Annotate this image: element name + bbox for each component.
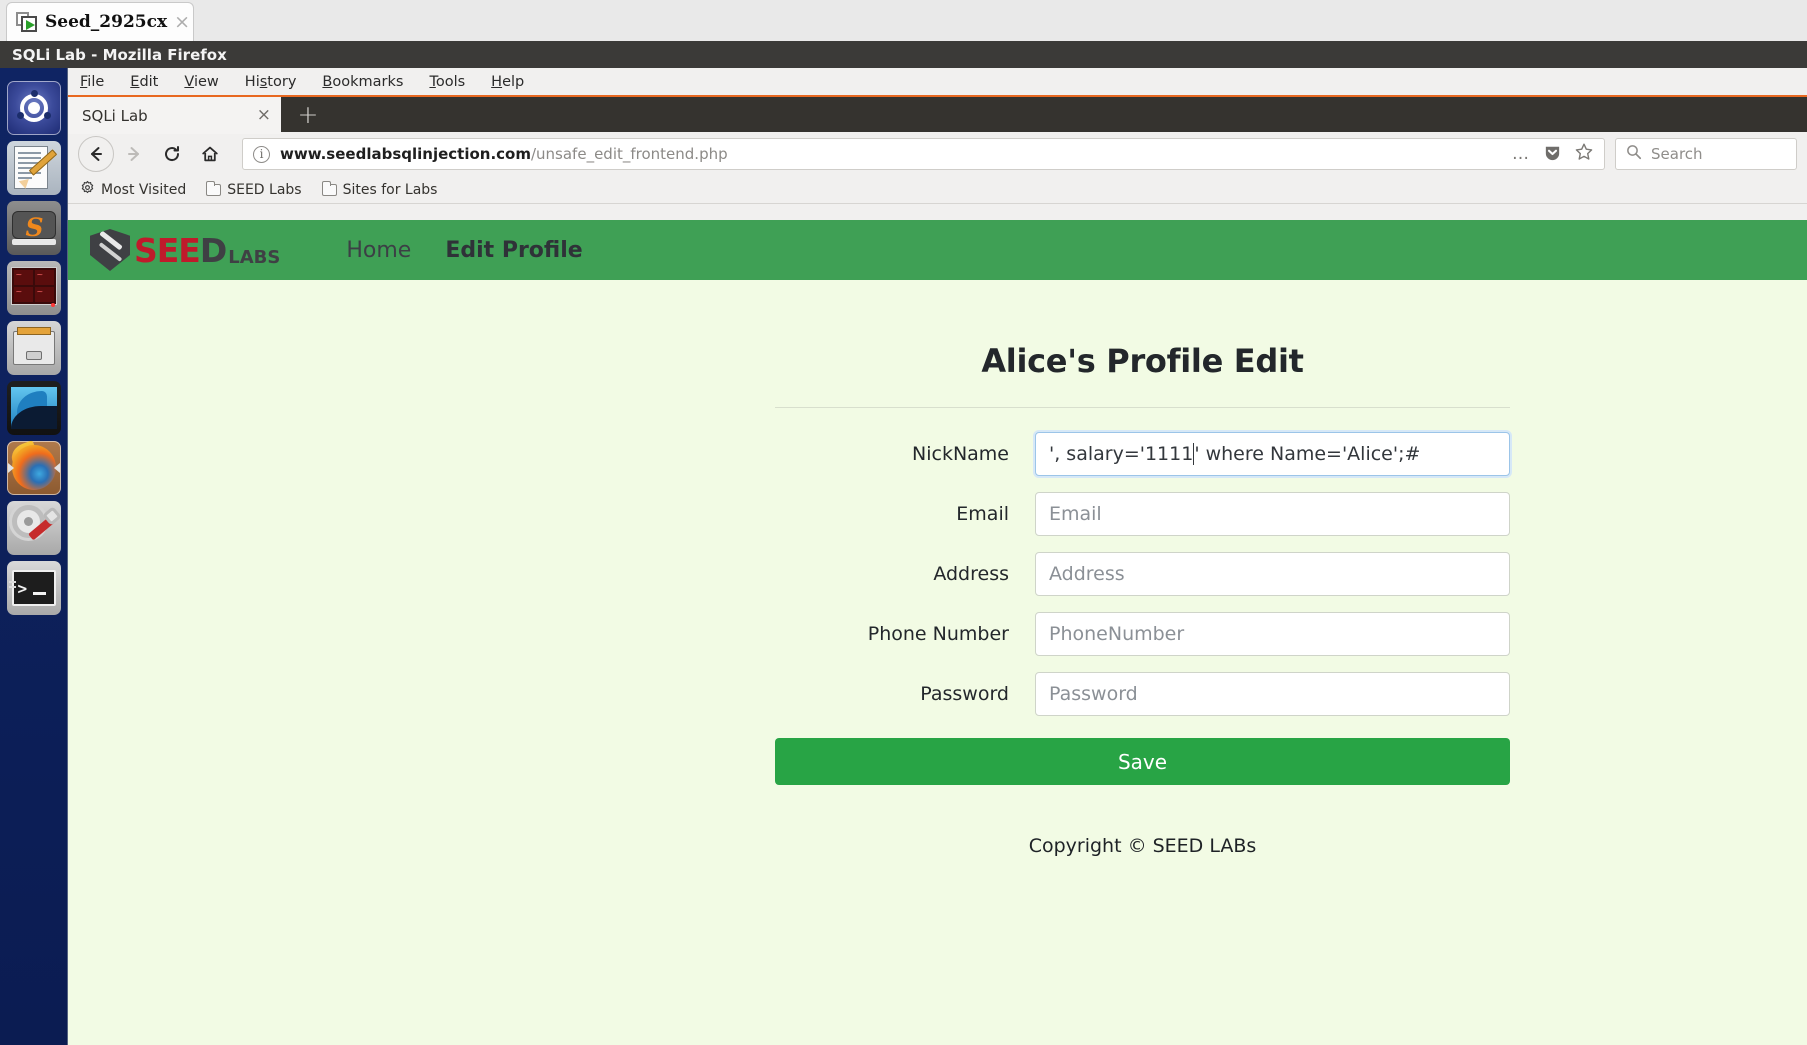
vm-host-tabstrip: Seed_2925cx × (0, 0, 1807, 41)
page-content: Alice's Profile Edit NickName ', salary=… (68, 280, 1807, 857)
url-path: /unsafe_edit_frontend.php (530, 145, 728, 163)
logo-seed-dark: D (199, 230, 227, 270)
label-address: Address (933, 563, 1009, 585)
menu-help[interactable]: Help (491, 74, 524, 90)
menu-tools[interactable]: Tools (429, 74, 465, 90)
menu-history[interactable]: History (245, 74, 297, 90)
launcher-text-editor-icon[interactable] (6, 141, 61, 195)
info-circle-icon[interactable]: i (253, 145, 270, 163)
page-viewport: SEED LABS Home Edit Profile Alice's Prof… (68, 220, 1807, 1045)
form-row-phone: Phone Number PhoneNumber (775, 612, 1510, 656)
text-caret (1193, 443, 1195, 466)
logo-seed-text: SEED (134, 230, 227, 270)
browser-chrome: File Edit View History Bookmarks Tools H… (68, 68, 1807, 220)
menu-bar: File Edit View History Bookmarks Tools H… (68, 68, 1807, 95)
menu-bookmarks[interactable]: Bookmarks (322, 74, 403, 90)
shield-tools-icon (90, 229, 130, 271)
close-icon[interactable]: × (174, 12, 190, 32)
email-input[interactable]: Email (1035, 492, 1510, 536)
site-nav-links: Home Edit Profile (346, 238, 582, 263)
launcher-sublime-text-icon[interactable]: S (6, 201, 61, 255)
window-title: SQLi Lab - Mozilla Firefox (12, 45, 227, 64)
pocket-shield-icon[interactable] (1543, 143, 1562, 166)
launcher-firefox-icon[interactable] (6, 441, 61, 495)
url-text: www.seedlabsqlinjection.com/unsafe_edit_… (280, 145, 728, 163)
window-titlebar: SQLi Lab - Mozilla Firefox (0, 41, 1807, 68)
back-button[interactable] (78, 136, 114, 172)
close-icon[interactable]: × (257, 107, 271, 124)
form-row-nickname: NickName ', salary='1111' where Name='Al… (775, 432, 1510, 476)
navigation-toolbar: i www.seedlabsqlinjection.com/unsafe_edi… (68, 132, 1807, 176)
launcher-wireshark-icon[interactable] (6, 381, 61, 435)
launcher-file-manager-icon[interactable] (6, 321, 61, 375)
email-placeholder: Email (1049, 503, 1102, 525)
star-icon[interactable] (1574, 142, 1594, 166)
form-row-email: Email Email (775, 492, 1510, 536)
search-input[interactable]: Search (1651, 145, 1703, 163)
page-title: Alice's Profile Edit (981, 342, 1304, 380)
browser-tabstrip: SQLi Lab × + (68, 95, 1807, 134)
bookmark-label: SEED Labs (227, 181, 302, 198)
bookmark-sites-for-labs[interactable]: Sites for Labs (321, 180, 438, 198)
nickname-value: ', salary='1111' where Name='Alice';# (1049, 442, 1421, 466)
nickname-input[interactable]: ', salary='1111' where Name='Alice';# (1035, 432, 1510, 476)
launcher-terminal-red-icon[interactable] (6, 261, 61, 315)
nav-link-edit-profile[interactable]: Edit Profile (445, 238, 582, 263)
firefox-window: SQLi Lab - Mozilla Firefox S ~ ~ ~ ~ > F… (0, 41, 1807, 1045)
bookmarks-toolbar: Most Visited SEED Labs Sites for Labs (68, 176, 1807, 204)
address-placeholder: Address (1049, 563, 1125, 585)
label-password: Password (920, 683, 1009, 705)
address-bar[interactable]: i www.seedlabsqlinjection.com/unsafe_edi… (242, 138, 1605, 170)
label-email: Email (956, 503, 1009, 525)
logo-labs-text: LABS (228, 247, 281, 268)
unity-launcher: S > (0, 68, 68, 1045)
vm-tab-seed[interactable]: Seed_2925cx × (6, 2, 194, 41)
tab-sqli-lab[interactable]: SQLi Lab × (68, 97, 281, 134)
form-row-password: Password Password (775, 672, 1510, 716)
search-magnifier-icon (1626, 144, 1642, 164)
gear-star-icon (80, 180, 95, 199)
folder-icon (321, 180, 337, 196)
reload-button[interactable] (154, 136, 190, 172)
launcher-terminal-icon[interactable]: > (6, 561, 61, 615)
nav-link-home[interactable]: Home (346, 238, 411, 263)
vm-tab-label: Seed_2925cx (45, 12, 168, 32)
vm-running-icon (16, 12, 38, 32)
password-input[interactable]: Password (1035, 672, 1510, 716)
launcher-system-settings-icon[interactable] (6, 501, 61, 555)
logo-seed-red: SEE (134, 230, 201, 270)
tab-label: SQLi Lab (82, 106, 148, 125)
home-button[interactable] (192, 136, 228, 172)
menu-file[interactable]: File (80, 74, 104, 90)
new-tab-button[interactable]: + (292, 101, 324, 131)
bookmark-seed-labs[interactable]: SEED Labs (206, 180, 302, 198)
bookmark-label: Sites for Labs (342, 181, 438, 198)
phone-placeholder: PhoneNumber (1049, 623, 1185, 645)
address-input[interactable]: Address (1035, 552, 1510, 596)
seed-labs-logo[interactable]: SEED LABS (90, 229, 280, 271)
page-actions-icon[interactable]: … (1512, 146, 1531, 163)
url-host: www.seedlabsqlinjection.com (280, 145, 531, 163)
launcher-ubuntu-dash-icon[interactable] (6, 81, 61, 135)
bookmark-most-visited[interactable]: Most Visited (80, 180, 186, 199)
search-bar[interactable]: Search (1615, 138, 1797, 170)
title-divider (775, 407, 1510, 408)
folder-icon (206, 180, 222, 196)
password-placeholder: Password (1049, 683, 1138, 705)
bookmark-label: Most Visited (101, 181, 187, 198)
menu-view[interactable]: View (184, 74, 218, 90)
forward-button[interactable] (116, 136, 152, 172)
save-button[interactable]: Save (775, 738, 1510, 785)
menu-edit[interactable]: Edit (130, 74, 158, 90)
form-row-address: Address Address (775, 552, 1510, 596)
profile-edit-form: Alice's Profile Edit NickName ', salary=… (775, 342, 1510, 857)
label-phone-number: Phone Number (867, 623, 1009, 645)
label-nickname: NickName (912, 443, 1009, 465)
site-navbar: SEED LABS Home Edit Profile (68, 220, 1807, 280)
footer-copyright: Copyright © SEED LABs (1028, 835, 1257, 857)
phone-number-input[interactable]: PhoneNumber (1035, 612, 1510, 656)
